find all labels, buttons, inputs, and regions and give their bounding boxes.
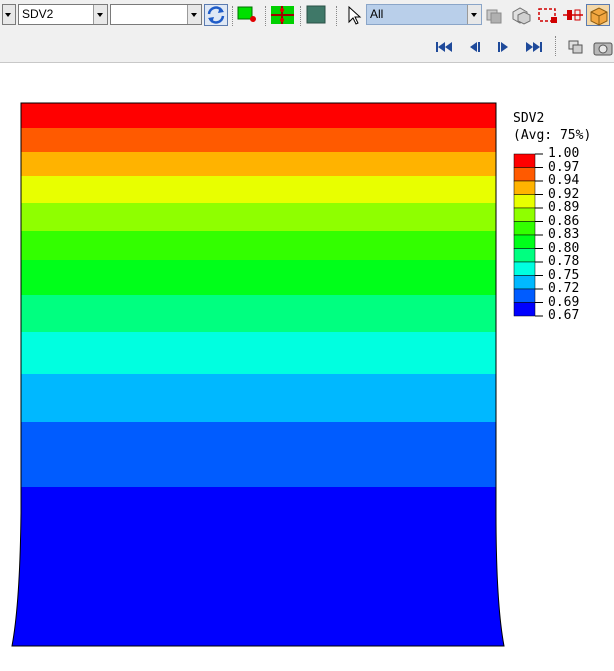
legend-value: 0.94 xyxy=(548,173,580,188)
chevron-down-icon xyxy=(93,5,107,24)
previous-frame-button[interactable] xyxy=(463,39,485,55)
legend-value: 0.72 xyxy=(548,281,580,296)
next-frame-button[interactable] xyxy=(493,39,515,55)
legend-swatch xyxy=(513,288,536,303)
contour-band xyxy=(12,332,504,374)
legend-value: 0.67 xyxy=(548,308,580,323)
legend-color-bar xyxy=(513,153,543,317)
skip-to-last-icon xyxy=(526,42,542,52)
cubes-button[interactable] xyxy=(510,4,534,26)
stack-icon xyxy=(486,9,502,24)
toolbar-separator xyxy=(336,6,337,26)
legend-swatch xyxy=(513,153,536,168)
legend-value: 1.00 xyxy=(548,146,580,161)
legend-swatch xyxy=(513,180,536,195)
contour-band xyxy=(12,487,504,646)
toolbar-separator xyxy=(555,36,556,56)
legend-swatch xyxy=(513,234,536,249)
chevron-down-icon xyxy=(3,5,15,24)
legend-title: SDV2 xyxy=(513,111,545,126)
filled-render-icon xyxy=(306,5,326,24)
legend-swatch xyxy=(513,302,536,317)
render-style-button[interactable] xyxy=(305,4,329,26)
last-frame-button[interactable] xyxy=(523,39,545,55)
contour-plot[interactable] xyxy=(0,63,614,671)
legend-swatch xyxy=(513,275,536,290)
chevron-down-icon xyxy=(467,5,481,24)
skip-to-first-icon xyxy=(436,42,452,52)
refresh-icon xyxy=(207,6,225,24)
render-model-button[interactable] xyxy=(586,4,610,26)
contour-band xyxy=(12,374,504,422)
legend-swatch xyxy=(513,194,536,209)
legend-value: 0.78 xyxy=(548,254,580,269)
3d-box-icon xyxy=(590,7,608,26)
toolbar-separator xyxy=(265,6,266,26)
select-tool-button[interactable] xyxy=(343,4,367,26)
viewport[interactable]: SDV2 (Avg: 75%) 1.00 0.97 0.94 0.92 0.89 0.86… xyxy=(0,63,614,671)
symbol-plot-button[interactable] xyxy=(270,4,294,26)
toolbar-separator xyxy=(300,6,301,26)
chevron-down-icon xyxy=(187,5,201,24)
legend-swatch xyxy=(513,261,536,276)
cubes-icon xyxy=(512,7,531,25)
toolbar-row-2 xyxy=(0,32,614,63)
contour-plot-icon xyxy=(237,6,256,22)
legend-swatch xyxy=(513,221,536,236)
cursor-arrow-icon xyxy=(348,5,362,25)
step-back-icon xyxy=(470,42,480,52)
field-output-combo[interactable]: SDV2 xyxy=(18,4,108,25)
legend-value: 0.83 xyxy=(548,227,580,242)
frames-icon xyxy=(568,40,583,54)
toolbar-separator xyxy=(232,6,233,26)
symbol-plot-icon xyxy=(271,6,294,24)
box-select-button[interactable] xyxy=(536,4,560,26)
selection-filter-value: All xyxy=(370,7,384,21)
node-tool-button[interactable] xyxy=(561,4,585,26)
node-tool-icon xyxy=(563,9,583,21)
animation-options-button[interactable] xyxy=(565,39,587,55)
movie-capture-button[interactable] xyxy=(592,39,614,56)
contour-plot-button[interactable] xyxy=(236,4,260,26)
secondary-combo[interactable] xyxy=(110,4,202,25)
camera-icon xyxy=(593,42,613,56)
box-select-icon xyxy=(538,8,557,23)
legend-swatch xyxy=(513,248,536,263)
legend-value: 0.89 xyxy=(548,200,580,215)
legend-subtitle: (Avg: 75%) xyxy=(513,128,592,143)
refresh-button[interactable] xyxy=(204,4,228,26)
copy-button[interactable] xyxy=(484,4,508,26)
selection-filter-combo[interactable]: All xyxy=(366,4,482,25)
legend-swatch xyxy=(513,167,536,182)
first-frame-button[interactable] xyxy=(433,39,455,55)
toolbar-row-1: SDV2 All xyxy=(0,0,614,32)
contour-band xyxy=(12,422,504,487)
field-output-value: SDV2 xyxy=(22,7,54,21)
step-forward-icon xyxy=(498,42,508,52)
legend-swatch xyxy=(513,207,536,222)
toolbar-left-dropdown[interactable] xyxy=(2,4,16,25)
